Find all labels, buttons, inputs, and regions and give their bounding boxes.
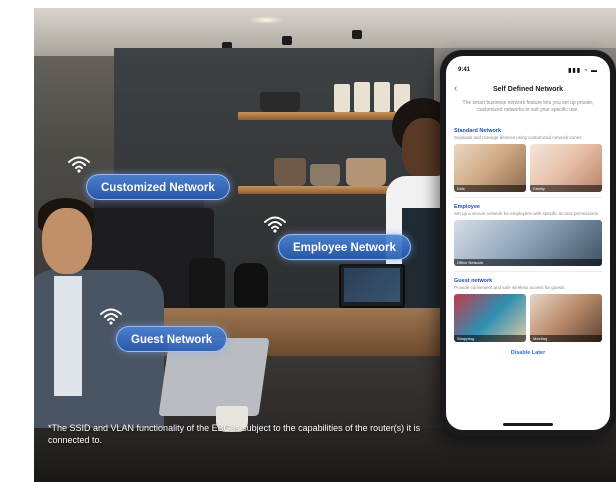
spotlight [282, 36, 292, 45]
thumbnail-label: Meeting [530, 335, 602, 342]
section-title: Guest network [454, 278, 493, 284]
phone-title: Self Defined Network [492, 85, 563, 93]
divider [454, 271, 602, 272]
back-arrow-icon[interactable]: ‹ [454, 84, 464, 94]
phone-screen: 9:41 ▮▮▮ ◔ ▬ ‹ Self Defined Network The … [446, 56, 610, 430]
thumbnail-image: Kids [454, 144, 526, 192]
guest-network-pill[interactable]: Guest Network [116, 326, 228, 352]
footnote: *The SSID and VLAN functionality of the … [48, 423, 421, 445]
customized-network-pill[interactable]: Customized Network [86, 174, 230, 200]
thumbnail-image: Shopping [454, 294, 526, 342]
page-margin [0, 0, 34, 482]
customer-shirt [54, 276, 82, 396]
phone-intro: The smart business network feature lets … [462, 100, 594, 113]
employee-network-group: Employee Network [262, 214, 411, 260]
wifi-icon [264, 216, 286, 233]
bowl [274, 158, 306, 186]
thumbnail-label: Office Network [454, 259, 602, 266]
thumbnail-label: Kids [454, 185, 526, 192]
footer-link[interactable]: Disable Later [454, 350, 602, 356]
phone-mockup: 9:41 ▮▮▮ ◔ ▬ ‹ Self Defined Network The … [440, 50, 616, 436]
status-icons: ▮▮▮ ◔ ▬ [568, 67, 598, 74]
section-thumbs: Kids Family [454, 144, 602, 192]
guest-network-group: Guest Network [98, 306, 228, 352]
wifi-icon [100, 308, 122, 325]
wifi-icon [68, 156, 90, 173]
employee-network-pill[interactable]: Employee Network [278, 234, 411, 260]
section-employee[interactable]: Employee Set up a secure network for emp… [454, 203, 602, 266]
section-title: Employee [454, 204, 480, 210]
divider [454, 197, 602, 198]
jar [334, 84, 350, 112]
bowl [346, 158, 386, 186]
section-thumbs: Shopping Meeting [454, 294, 602, 342]
thumbnail-label: Family [530, 185, 602, 192]
section-title: Standard Network [454, 128, 502, 134]
kettle [234, 263, 268, 307]
customized-network-group: Customized Network [66, 154, 230, 200]
thumbnail-image: Meeting [530, 294, 602, 342]
phone-header: ‹ Self Defined Network [454, 80, 602, 98]
thumbnail-label: Shopping [454, 335, 526, 342]
bowl [260, 92, 300, 112]
spotlight [352, 30, 362, 39]
section-desc: Provide convenient and safe wireless acc… [454, 285, 565, 290]
grinder [189, 258, 225, 308]
section-desc: Separate and manage devices using custom… [454, 135, 582, 140]
pos-screen [344, 268, 400, 302]
home-indicator [503, 423, 553, 426]
section-thumbs: Office Network [454, 220, 602, 266]
thumbnail-image: Office Network [454, 220, 602, 266]
jar [354, 82, 370, 112]
bowl [310, 164, 340, 186]
thumbnail-image: Family [530, 144, 602, 192]
customer-head [42, 208, 92, 274]
section-guest-network[interactable]: Guest network Provide convenient and saf… [454, 277, 602, 342]
jar [374, 82, 390, 112]
section-standard-network[interactable]: Standard Network Separate and manage dev… [454, 127, 602, 192]
status-time: 9:41 [458, 67, 471, 73]
section-desc: Set up a secure network for employees wi… [454, 211, 599, 216]
ceiling-light [248, 16, 284, 24]
status-bar: 9:41 ▮▮▮ ◔ ▬ [454, 64, 602, 76]
